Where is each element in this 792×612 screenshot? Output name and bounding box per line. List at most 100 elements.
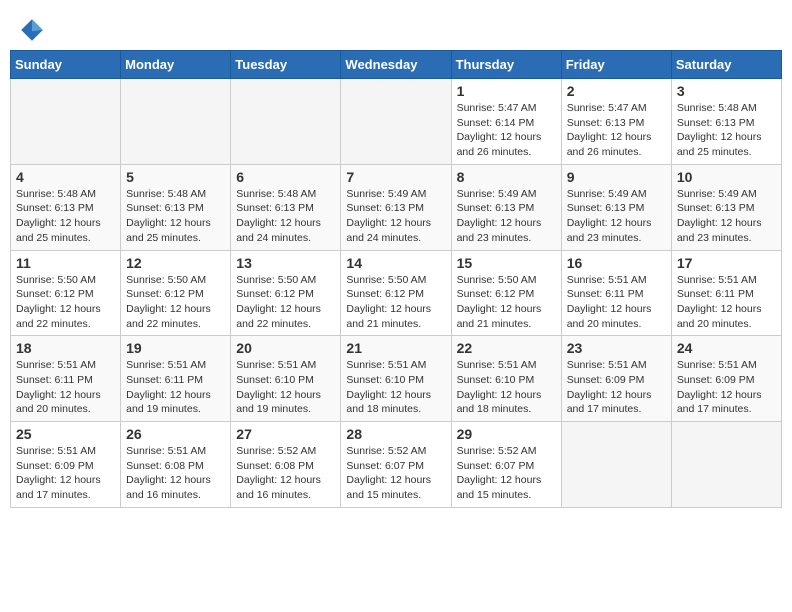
calendar-header-thursday: Thursday <box>451 51 561 79</box>
calendar-cell: 2 Sunrise: 5:47 AMSunset: 6:13 PMDaylight… <box>561 79 671 165</box>
calendar-header-row: SundayMondayTuesdayWednesdayThursdayFrid… <box>11 51 782 79</box>
calendar-cell <box>561 422 671 508</box>
cell-info: Sunrise: 5:48 AMSunset: 6:13 PMDaylight:… <box>16 187 115 246</box>
calendar-cell: 22 Sunrise: 5:51 AMSunset: 6:10 PMDayligh… <box>451 336 561 422</box>
calendar-cell: 15 Sunrise: 5:50 AMSunset: 6:12 PMDayligh… <box>451 250 561 336</box>
calendar-week-row: 4 Sunrise: 5:48 AMSunset: 6:13 PMDaylight… <box>11 164 782 250</box>
day-number: 18 <box>16 340 115 356</box>
cell-info: Sunrise: 5:52 AMSunset: 6:07 PMDaylight:… <box>346 444 445 503</box>
calendar-cell: 5 Sunrise: 5:48 AMSunset: 6:13 PMDaylight… <box>121 164 231 250</box>
calendar-cell: 3 Sunrise: 5:48 AMSunset: 6:13 PMDaylight… <box>671 79 781 165</box>
calendar-week-row: 11Sunrise: 5:50 AMSunset: 6:12 PMDayligh… <box>11 250 782 336</box>
calendar-week-row: 25 Sunrise: 5:51 AMSunset: 6:09 PMDayligh… <box>11 422 782 508</box>
calendar-cell: 27 Sunrise: 5:52 AMSunset: 6:08 PMDayligh… <box>231 422 341 508</box>
calendar-week-row: 18 Sunrise: 5:51 AMSunset: 6:11 PMDayligh… <box>11 336 782 422</box>
calendar-cell: 18 Sunrise: 5:51 AMSunset: 6:11 PMDayligh… <box>11 336 121 422</box>
day-number: 10 <box>677 169 776 185</box>
calendar-cell: 23 Sunrise: 5:51 AMSunset: 6:09 PMDayligh… <box>561 336 671 422</box>
calendar-header-saturday: Saturday <box>671 51 781 79</box>
cell-info: Sunrise: 5:48 AMSunset: 6:13 PMDaylight:… <box>126 187 225 246</box>
calendar-week-row: 1Sunrise: 5:47 AMSunset: 6:14 PMDaylight… <box>11 79 782 165</box>
day-number: 13 <box>236 255 335 271</box>
cell-info: Sunrise: 5:47 AMSunset: 6:14 PMDaylight:… <box>457 101 556 160</box>
calendar-cell: 16 Sunrise: 5:51 AMSunset: 6:11 PMDayligh… <box>561 250 671 336</box>
day-number: 6 <box>236 169 335 185</box>
logo-icon <box>20 18 44 42</box>
cell-info: Sunrise: 5:51 AMSunset: 6:08 PMDaylight:… <box>126 444 225 503</box>
day-number: 2 <box>567 83 666 99</box>
calendar-cell <box>231 79 341 165</box>
cell-info: Sunrise: 5:48 AMSunset: 6:13 PMDaylight:… <box>677 101 776 160</box>
calendar-cell: 24 Sunrise: 5:51 AMSunset: 6:09 PMDayligh… <box>671 336 781 422</box>
cell-info: Sunrise: 5:49 AMSunset: 6:13 PMDaylight:… <box>567 187 666 246</box>
calendar-header-sunday: Sunday <box>11 51 121 79</box>
day-number: 17 <box>677 255 776 271</box>
cell-info: Sunrise: 5:51 AMSunset: 6:09 PMDaylight:… <box>677 358 776 417</box>
day-number: 20 <box>236 340 335 356</box>
day-number: 23 <box>567 340 666 356</box>
cell-info: Sunrise: 5:51 AMSunset: 6:11 PMDaylight:… <box>126 358 225 417</box>
day-number: 19 <box>126 340 225 356</box>
cell-info: Sunrise: 5:47 AMSunset: 6:13 PMDaylight:… <box>567 101 666 160</box>
cell-info: Sunrise: 5:52 AMSunset: 6:08 PMDaylight:… <box>236 444 335 503</box>
calendar-cell: 9 Sunrise: 5:49 AMSunset: 6:13 PMDaylight… <box>561 164 671 250</box>
cell-info: Sunrise: 5:49 AMSunset: 6:13 PMDaylight:… <box>677 187 776 246</box>
calendar-cell: 19 Sunrise: 5:51 AMSunset: 6:11 PMDayligh… <box>121 336 231 422</box>
cell-info: Sunrise: 5:51 AMSunset: 6:11 PMDaylight:… <box>567 273 666 332</box>
cell-info: Sunrise: 5:51 AMSunset: 6:09 PMDaylight:… <box>16 444 115 503</box>
calendar-cell: 13 Sunrise: 5:50 AMSunset: 6:12 PMDayligh… <box>231 250 341 336</box>
day-number: 3 <box>677 83 776 99</box>
day-number: 25 <box>16 426 115 442</box>
cell-info: Sunrise: 5:51 AMSunset: 6:11 PMDaylight:… <box>16 358 115 417</box>
day-number: 7 <box>346 169 445 185</box>
day-number: 15 <box>457 255 556 271</box>
cell-info: Sunrise: 5:49 AMSunset: 6:13 PMDaylight:… <box>457 187 556 246</box>
cell-info: Sunrise: 5:51 AMSunset: 6:09 PMDaylight:… <box>567 358 666 417</box>
calendar-header-wednesday: Wednesday <box>341 51 451 79</box>
cell-info: Sunrise: 5:50 AMSunset: 6:12 PMDaylight:… <box>236 273 335 332</box>
calendar-cell: 21 Sunrise: 5:51 AMSunset: 6:10 PMDayligh… <box>341 336 451 422</box>
day-number: 14 <box>346 255 445 271</box>
cell-info: Sunrise: 5:51 AMSunset: 6:10 PMDaylight:… <box>236 358 335 417</box>
day-number: 28 <box>346 426 445 442</box>
cell-info: Sunrise: 5:51 AMSunset: 6:10 PMDaylight:… <box>457 358 556 417</box>
day-number: 24 <box>677 340 776 356</box>
calendar-header-friday: Friday <box>561 51 671 79</box>
calendar-cell: 12 Sunrise: 5:50 AMSunset: 6:12 PMDayligh… <box>121 250 231 336</box>
calendar-cell: 17 Sunrise: 5:51 AMSunset: 6:11 PMDayligh… <box>671 250 781 336</box>
cell-info: Sunrise: 5:50 AMSunset: 6:12 PMDaylight:… <box>126 273 225 332</box>
calendar-cell: 1Sunrise: 5:47 AMSunset: 6:14 PMDaylight… <box>451 79 561 165</box>
calendar-cell <box>121 79 231 165</box>
header <box>10 10 782 46</box>
calendar-cell <box>11 79 121 165</box>
calendar-cell: 8 Sunrise: 5:49 AMSunset: 6:13 PMDaylight… <box>451 164 561 250</box>
calendar-header-tuesday: Tuesday <box>231 51 341 79</box>
calendar-cell: 20 Sunrise: 5:51 AMSunset: 6:10 PMDayligh… <box>231 336 341 422</box>
day-number: 29 <box>457 426 556 442</box>
day-number: 27 <box>236 426 335 442</box>
day-number: 21 <box>346 340 445 356</box>
day-number: 16 <box>567 255 666 271</box>
calendar-cell: 7 Sunrise: 5:49 AMSunset: 6:13 PMDaylight… <box>341 164 451 250</box>
calendar-cell: 29Sunrise: 5:52 AMSunset: 6:07 PMDayligh… <box>451 422 561 508</box>
cell-info: Sunrise: 5:51 AMSunset: 6:11 PMDaylight:… <box>677 273 776 332</box>
calendar-cell: 11Sunrise: 5:50 AMSunset: 6:12 PMDayligh… <box>11 250 121 336</box>
day-number: 5 <box>126 169 225 185</box>
day-number: 26 <box>126 426 225 442</box>
calendar-header-monday: Monday <box>121 51 231 79</box>
cell-info: Sunrise: 5:50 AMSunset: 6:12 PMDaylight:… <box>346 273 445 332</box>
cell-info: Sunrise: 5:49 AMSunset: 6:13 PMDaylight:… <box>346 187 445 246</box>
logo <box>20 18 48 42</box>
calendar-cell: 10 Sunrise: 5:49 AMSunset: 6:13 PMDayligh… <box>671 164 781 250</box>
day-number: 4 <box>16 169 115 185</box>
day-number: 8 <box>457 169 556 185</box>
calendar-cell: 28 Sunrise: 5:52 AMSunset: 6:07 PMDayligh… <box>341 422 451 508</box>
cell-info: Sunrise: 5:51 AMSunset: 6:10 PMDaylight:… <box>346 358 445 417</box>
cell-info: Sunrise: 5:48 AMSunset: 6:13 PMDaylight:… <box>236 187 335 246</box>
calendar-cell <box>341 79 451 165</box>
day-number: 12 <box>126 255 225 271</box>
cell-info: Sunrise: 5:50 AMSunset: 6:12 PMDaylight:… <box>16 273 115 332</box>
day-number: 9 <box>567 169 666 185</box>
cell-info: Sunrise: 5:50 AMSunset: 6:12 PMDaylight:… <box>457 273 556 332</box>
day-number: 22 <box>457 340 556 356</box>
